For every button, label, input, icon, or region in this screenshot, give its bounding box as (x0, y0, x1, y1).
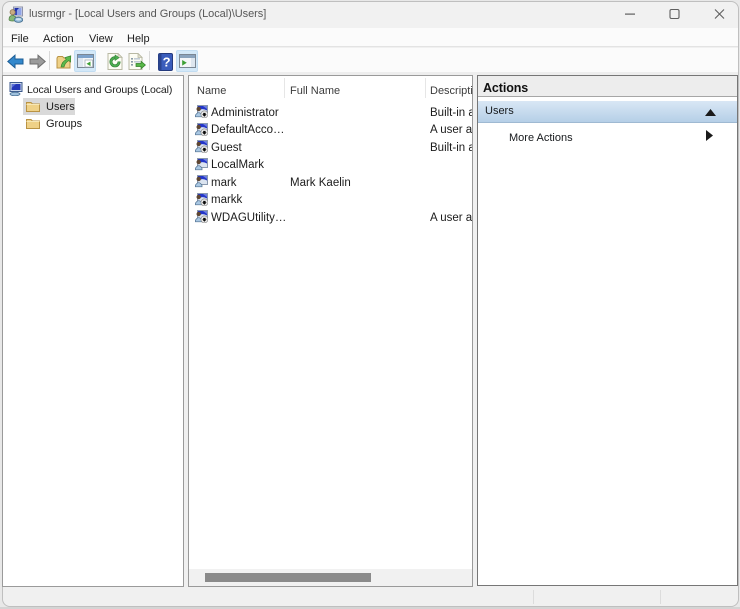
svg-text:?: ? (163, 55, 171, 70)
